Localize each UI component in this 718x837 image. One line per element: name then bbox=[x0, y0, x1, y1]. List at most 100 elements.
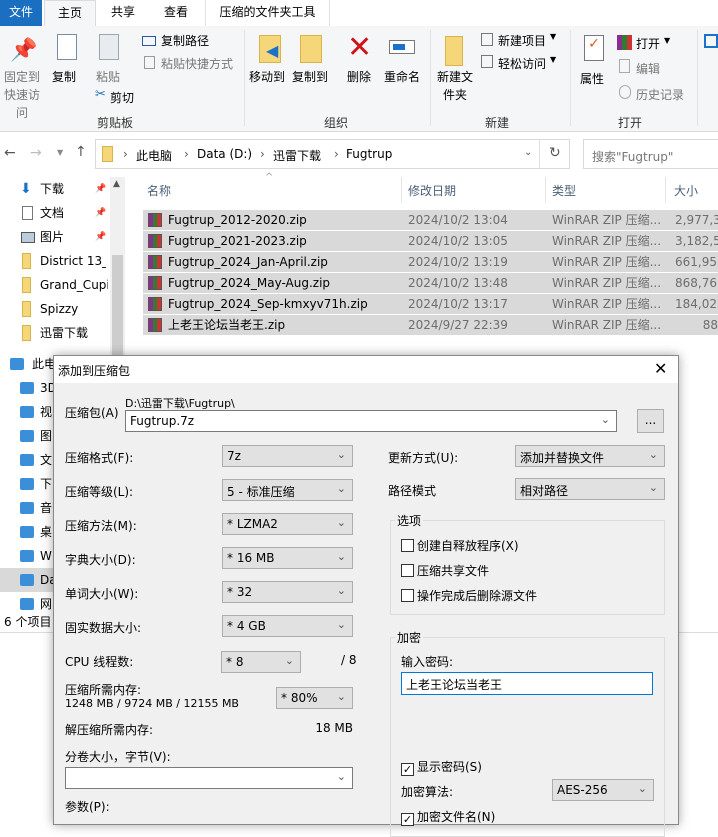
chevron-down-icon: ▼ bbox=[664, 36, 671, 45]
chevron-down-icon: ⌄ bbox=[336, 516, 346, 529]
file-type: WinRAR ZIP 压缩... bbox=[552, 276, 662, 290]
file-row[interactable]: Fugtrup_2024_Jan-April.zip 2024/10/2 13:… bbox=[143, 252, 718, 272]
refresh-icon[interactable]: ↻ bbox=[549, 145, 561, 161]
edit-button[interactable]: 编辑 bbox=[636, 60, 660, 77]
tab-compressed-tools[interactable]: 压缩的文件夹工具 bbox=[205, 0, 330, 27]
nav-item-pictures[interactable]: 图片 📌 bbox=[0, 225, 125, 249]
solid-block-select[interactable]: * 4 GB ⌄ bbox=[222, 615, 353, 637]
picture-icon bbox=[21, 232, 35, 243]
file-type: WinRAR ZIP 压缩... bbox=[552, 255, 662, 269]
forward-button[interactable]: → bbox=[30, 145, 42, 161]
ribbon-tabs: 文件 主页 共享 查看 压缩的文件夹工具 bbox=[0, 0, 718, 28]
show-password-checkbox[interactable]: ✓ 显示密码(S) bbox=[401, 758, 482, 776]
password-input[interactable]: 上老王论坛当老王 bbox=[401, 672, 653, 695]
nav-icon bbox=[20, 382, 34, 394]
checkbox[interactable] bbox=[401, 589, 414, 602]
nav-item-folder[interactable]: Grand_Cupi bbox=[0, 273, 125, 297]
sfx-checkbox[interactable]: 创建自释放程序(X) bbox=[401, 537, 519, 554]
word-size-select[interactable]: * 32 ⌄ bbox=[222, 581, 353, 603]
back-button[interactable]: ← bbox=[4, 145, 16, 161]
breadcrumb-folder[interactable]: 迅雷下载 bbox=[273, 147, 321, 164]
checkbox[interactable] bbox=[401, 539, 414, 552]
cut-button[interactable]: 剪切 bbox=[110, 89, 134, 106]
nav-label: 图 bbox=[40, 429, 53, 443]
column-date[interactable]: 修改日期 bbox=[408, 182, 456, 199]
checkbox-label: 显示密码(S) bbox=[417, 760, 482, 774]
check-icon[interactable]: ✓ bbox=[401, 813, 414, 826]
file-date: 2024/10/2 13:17 bbox=[408, 297, 508, 311]
recent-locations-button[interactable]: ▼ bbox=[57, 148, 63, 157]
divider bbox=[430, 30, 431, 126]
path-mode-select[interactable]: 相对路径 ⌄ bbox=[515, 478, 665, 500]
pin-quick-access-button[interactable]: 固定到快速访问 bbox=[0, 68, 44, 122]
address-bar[interactable]: › 此电脑 › Data (D:) › 迅雷下载 › Fugtrup ⌄ ↻ bbox=[95, 139, 570, 169]
tab-file[interactable]: 文件 bbox=[0, 0, 42, 27]
new-item-button[interactable]: 新建项目 bbox=[498, 32, 546, 49]
divider bbox=[697, 30, 698, 126]
nav-item-documents[interactable]: 文档 📌 bbox=[0, 201, 125, 225]
format-select[interactable]: 7z ⌄ bbox=[222, 445, 353, 467]
method-select[interactable]: * LZMA2 ⌄ bbox=[222, 513, 353, 535]
copy-button[interactable]: 复制 bbox=[52, 68, 76, 85]
breadcrumb-this-pc[interactable]: 此电脑 bbox=[136, 147, 172, 164]
file-row[interactable]: Fugtrup_2021-2023.zip 2024/10/2 13:05 Wi… bbox=[143, 231, 718, 251]
tab-home[interactable]: 主页 bbox=[44, 0, 96, 28]
close-button[interactable]: ✕ bbox=[654, 359, 667, 378]
nav-item-folder[interactable]: Spizzy bbox=[0, 297, 125, 321]
archive-name-combobox[interactable]: Fugtrup.7z ⌄ bbox=[125, 410, 617, 432]
shared-files-checkbox[interactable]: 压缩共享文件 bbox=[401, 562, 489, 579]
paste-button[interactable]: 粘贴 bbox=[96, 68, 120, 85]
select-all-icon[interactable] bbox=[704, 34, 718, 48]
nav-icon bbox=[20, 550, 34, 562]
tab-view[interactable]: 查看 bbox=[150, 0, 202, 27]
breadcrumb-current[interactable]: Fugtrup bbox=[346, 147, 392, 161]
move-to-button[interactable]: 移动到 bbox=[249, 68, 285, 85]
address-dropdown-icon[interactable]: ⌄ bbox=[524, 147, 532, 158]
browse-button[interactable]: ... bbox=[637, 409, 664, 433]
paste-shortcut-button[interactable]: 粘贴快捷方式 bbox=[161, 55, 233, 72]
history-button[interactable]: 历史记录 bbox=[636, 86, 684, 103]
properties-button[interactable]: 属性 bbox=[580, 70, 604, 87]
folder-icon bbox=[102, 146, 113, 162]
file-row[interactable]: Fugtrup_2024_May-Aug.zip 2024/10/2 13:48… bbox=[143, 273, 718, 293]
checkbox[interactable] bbox=[401, 564, 414, 577]
column-size[interactable]: 大小 bbox=[674, 182, 698, 199]
delete-button[interactable]: 删除 bbox=[347, 68, 371, 85]
column-name[interactable]: 名称 bbox=[147, 182, 171, 199]
open-button[interactable]: 打开 bbox=[636, 35, 660, 52]
rename-button[interactable]: 重命名 bbox=[384, 68, 420, 85]
new-folder-button[interactable]: 新建文件夹 bbox=[437, 68, 473, 104]
delete-after-checkbox[interactable]: 操作完成后删除源文件 bbox=[401, 587, 537, 604]
update-mode-select[interactable]: 添加并替换文件 ⌄ bbox=[515, 445, 665, 467]
volume-size-combobox[interactable]: ⌄ bbox=[65, 767, 353, 789]
search-input[interactable]: 搜索"Fugtrup" bbox=[583, 139, 718, 169]
nav-label: 文 bbox=[40, 453, 53, 467]
copy-path-button[interactable]: 复制路径 bbox=[161, 32, 209, 49]
dictionary-size-select[interactable]: * 16 MB ⌄ bbox=[222, 547, 353, 569]
nav-label: 下 bbox=[40, 477, 53, 491]
column-type[interactable]: 类型 bbox=[552, 182, 576, 199]
level-select[interactable]: 5 - 标准压缩 ⌄ bbox=[222, 479, 353, 501]
file-row[interactable]: 上老王论坛当老王.zip 2024/9/27 22:39 WinRAR ZIP … bbox=[143, 315, 718, 335]
breadcrumb-drive[interactable]: Data (D:) bbox=[197, 147, 252, 161]
memory-percent-select[interactable]: * 80% ⌄ bbox=[276, 687, 353, 709]
threads-select[interactable]: * 8 ⌄ bbox=[221, 651, 301, 673]
nav-icon bbox=[20, 502, 34, 514]
nav-item-downloads[interactable]: ⬇ 下载 📌 bbox=[0, 177, 125, 201]
copy-to-button[interactable]: 复制到 bbox=[292, 68, 328, 85]
file-row[interactable]: Fugtrup_2024_Sep-kmxyv71h.zip 2024/10/2 … bbox=[143, 294, 718, 314]
nav-label: Spizzy bbox=[40, 302, 79, 316]
nav-item-folder[interactable]: 迅雷下载 bbox=[0, 321, 125, 345]
zip-file-icon bbox=[148, 234, 162, 248]
up-button[interactable]: ↑ bbox=[75, 144, 87, 160]
nav-item-folder[interactable]: District 13_ bbox=[0, 249, 125, 273]
archive-name-value: Fugtrup.7z bbox=[130, 414, 195, 428]
encryption-method-select[interactable]: AES-256 ⌄ bbox=[552, 779, 654, 801]
check-icon[interactable]: ✓ bbox=[401, 763, 414, 776]
file-date: 2024/9/27 22:39 bbox=[408, 318, 508, 332]
encrypt-names-checkbox[interactable]: ✓ 加密文件名(N) bbox=[401, 808, 495, 826]
easy-access-button[interactable]: 轻松访问 bbox=[498, 55, 546, 72]
tab-share[interactable]: 共享 bbox=[98, 0, 148, 27]
dictionary-size-label: 字典大小(D): bbox=[65, 553, 136, 567]
file-row[interactable]: Fugtrup_2012-2020.zip 2024/10/2 13:04 Wi… bbox=[143, 210, 718, 230]
